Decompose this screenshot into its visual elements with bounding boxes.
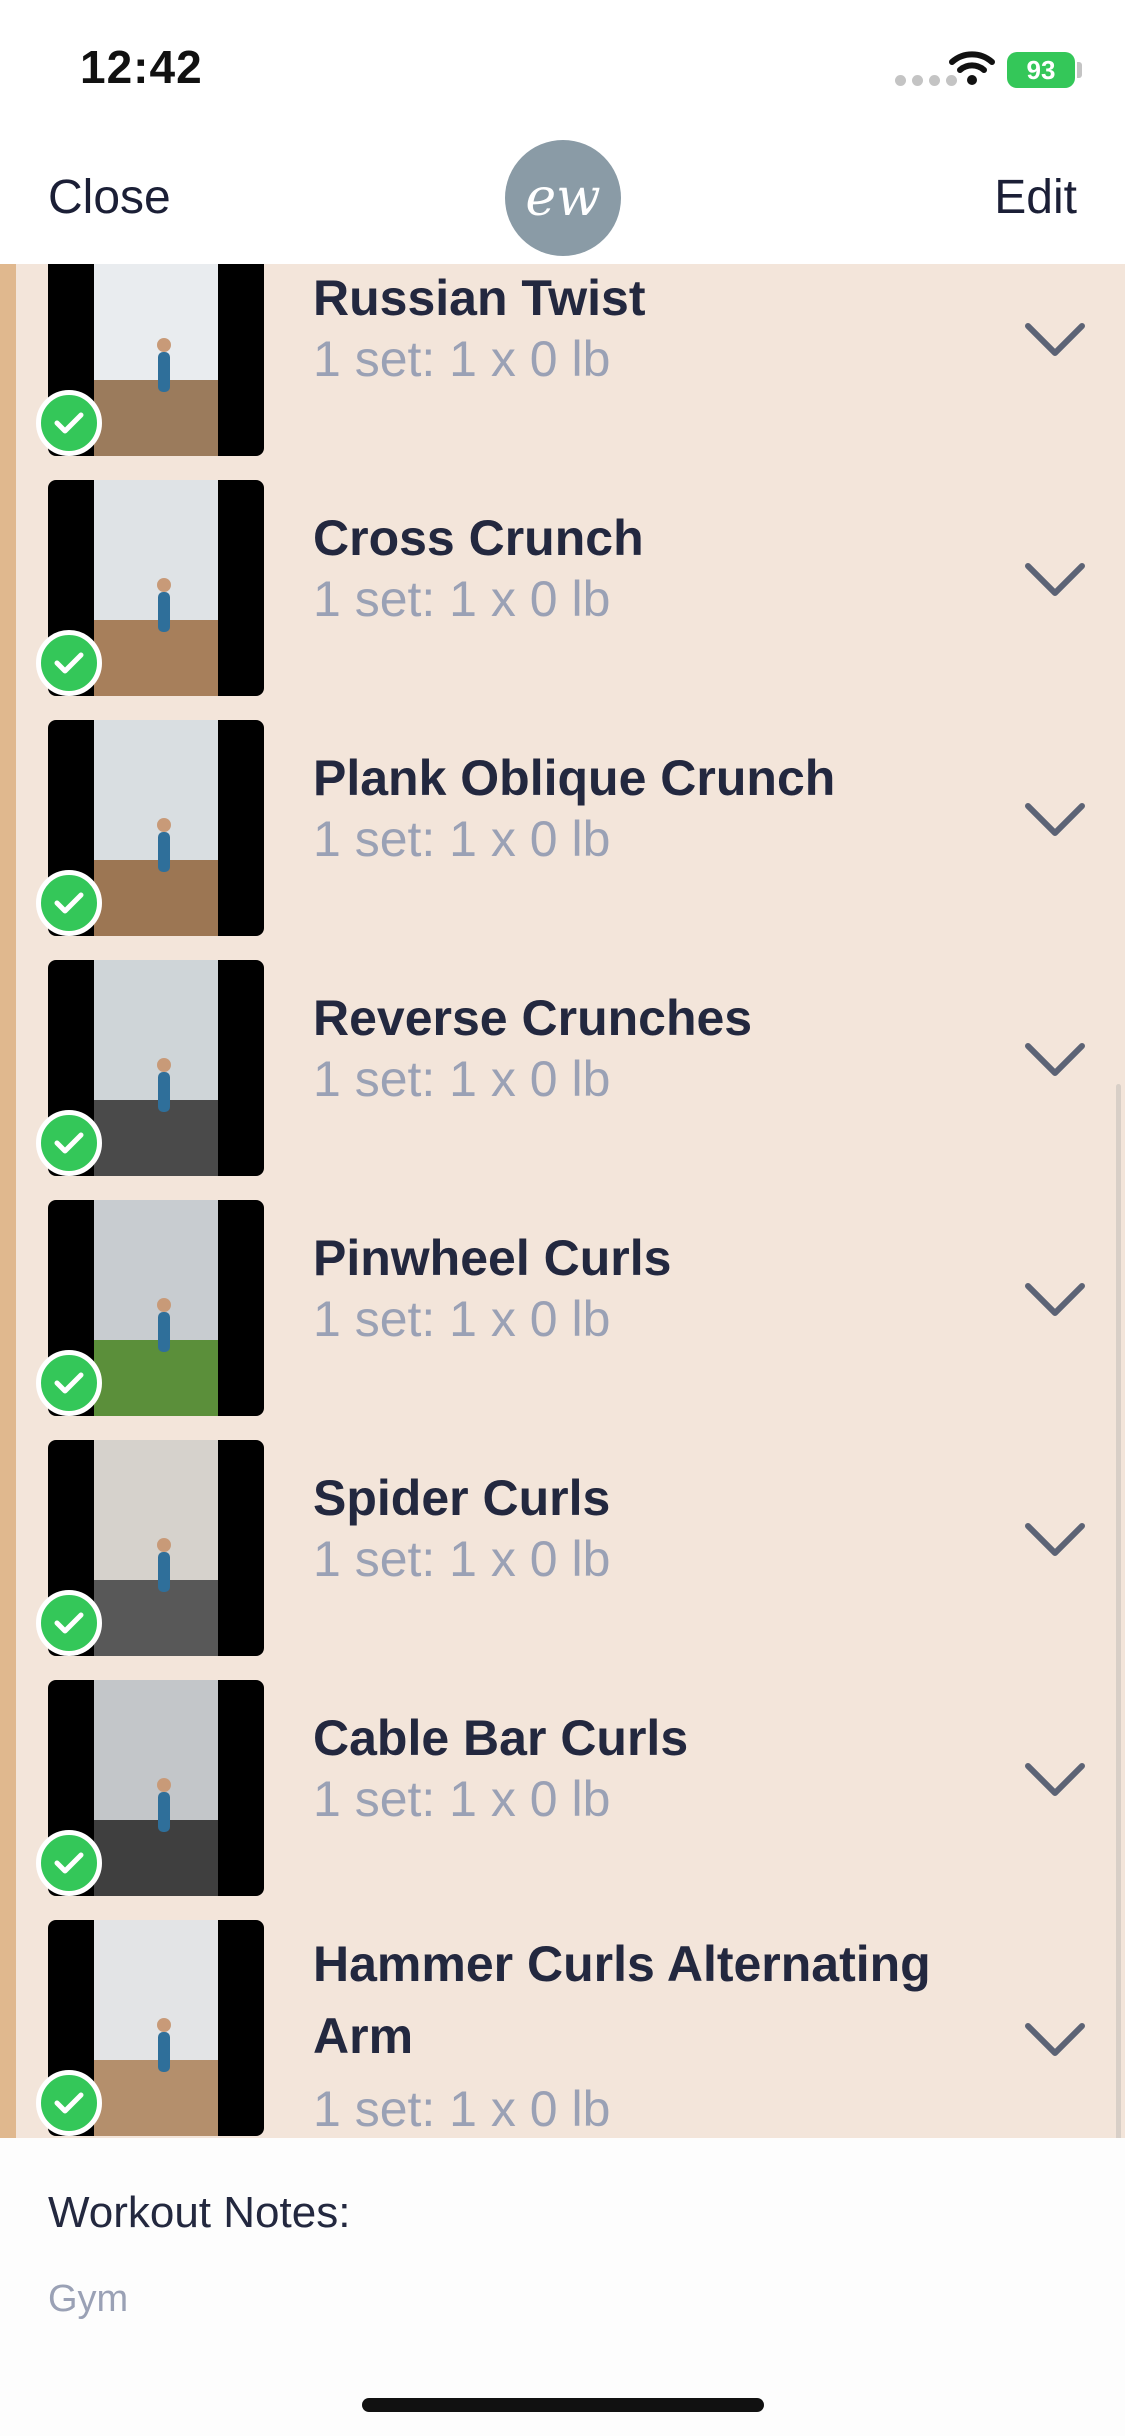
chevron-down-icon[interactable] bbox=[1022, 1520, 1088, 1560]
completed-check-icon bbox=[36, 1110, 102, 1176]
exercise-name: Hammer Curls Alternating Arm bbox=[313, 1936, 931, 2064]
exercise-sets: 1 set: 1 x 0 lb bbox=[313, 571, 611, 627]
exercise-name: Cable Bar Curls bbox=[313, 1710, 689, 1766]
exercise-row[interactable]: Hammer Curls Alternating Arm 1 set: 1 x 0… bbox=[0, 1920, 1125, 2138]
exercise-video-still bbox=[94, 1920, 218, 2136]
completed-check-icon bbox=[36, 1590, 102, 1656]
exercise-sets: 1 set: 1 x 0 lb bbox=[313, 1531, 611, 1587]
exercise-name: Russian Twist bbox=[313, 270, 646, 326]
workout-notes-label: Workout Notes: bbox=[48, 2188, 351, 2237]
completed-check-icon bbox=[36, 630, 102, 696]
exercise-row[interactable]: Spider Curls 1 set: 1 x 0 lb bbox=[0, 1440, 1125, 1680]
exercise-list[interactable]: Russian Twist 1 set: 1 x 0 lb Cross Crunch… bbox=[0, 264, 1125, 2138]
chevron-down-icon[interactable] bbox=[1022, 320, 1088, 360]
exercise-row[interactable]: Pinwheel Curls 1 set: 1 x 0 lb bbox=[0, 1200, 1125, 1440]
completed-check-icon bbox=[36, 870, 102, 936]
exercise-sets: 1 set: 1 x 0 lb bbox=[313, 2081, 611, 2137]
exercise-sets: 1 set: 1 x 0 lb bbox=[313, 331, 611, 387]
completed-check-icon bbox=[36, 1830, 102, 1896]
completed-check-icon bbox=[36, 2070, 102, 2136]
exercise-row[interactable]: Reverse Crunches 1 set: 1 x 0 lb bbox=[0, 960, 1125, 1200]
exercise-sets: 1 set: 1 x 0 lb bbox=[313, 1771, 611, 1827]
chevron-down-icon[interactable] bbox=[1022, 800, 1088, 840]
chevron-down-icon[interactable] bbox=[1022, 2020, 1088, 2060]
navigation-bar: Close ew Edit bbox=[0, 140, 1125, 264]
chevron-down-icon[interactable] bbox=[1022, 1040, 1088, 1080]
status-time: 12:42 bbox=[80, 41, 203, 93]
exercise-video-still bbox=[94, 1440, 218, 1656]
exercise-row[interactable]: Cross Crunch 1 set: 1 x 0 lb bbox=[0, 480, 1125, 720]
workout-notes[interactable]: Workout Notes: Gym bbox=[0, 2138, 1125, 2436]
chevron-down-icon[interactable] bbox=[1022, 1280, 1088, 1320]
battery-level: 93 bbox=[1026, 54, 1056, 85]
exercise-video-still bbox=[94, 1680, 218, 1896]
completed-check-icon bbox=[36, 1350, 102, 1416]
exercise-name: Cross Crunch bbox=[313, 510, 644, 566]
exercise-name: Spider Curls bbox=[313, 1470, 611, 1526]
exercise-video-still bbox=[94, 1200, 218, 1416]
wifi-icon bbox=[949, 51, 995, 85]
exercise-name: Plank Oblique Crunch bbox=[313, 750, 836, 806]
chevron-down-icon[interactable] bbox=[1022, 1760, 1088, 1800]
workout-notes-value[interactable]: Gym bbox=[48, 2278, 128, 2321]
exercise-sets: 1 set: 1 x 0 lb bbox=[313, 1291, 611, 1347]
exercise-video-still bbox=[94, 960, 218, 1176]
logo-text: ew bbox=[525, 168, 601, 228]
exercise-sets: 1 set: 1 x 0 lb bbox=[313, 1051, 611, 1107]
exercise-video-still bbox=[94, 720, 218, 936]
home-indicator[interactable] bbox=[362, 2398, 764, 2412]
status-bar: 12:42 93 bbox=[0, 0, 1125, 140]
close-button[interactable]: Close bbox=[48, 170, 171, 225]
exercise-row[interactable]: Cable Bar Curls 1 set: 1 x 0 lb bbox=[0, 1680, 1125, 1920]
brand-logo: ew bbox=[505, 140, 621, 256]
exercise-video-still bbox=[94, 264, 218, 456]
completed-check-icon bbox=[36, 390, 102, 456]
battery-nub bbox=[1077, 62, 1082, 78]
battery-icon: 93 bbox=[1007, 52, 1075, 88]
exercise-row[interactable]: Plank Oblique Crunch 1 set: 1 x 0 lb bbox=[0, 720, 1125, 960]
exercise-name: Reverse Crunches bbox=[313, 990, 753, 1046]
exercise-video-still bbox=[94, 480, 218, 696]
exercise-row[interactable]: Russian Twist 1 set: 1 x 0 lb bbox=[0, 264, 1125, 480]
exercise-name: Pinwheel Curls bbox=[313, 1230, 672, 1286]
edit-button[interactable]: Edit bbox=[994, 170, 1077, 225]
chevron-down-icon[interactable] bbox=[1022, 560, 1088, 600]
exercise-sets: 1 set: 1 x 0 lb bbox=[313, 811, 611, 867]
